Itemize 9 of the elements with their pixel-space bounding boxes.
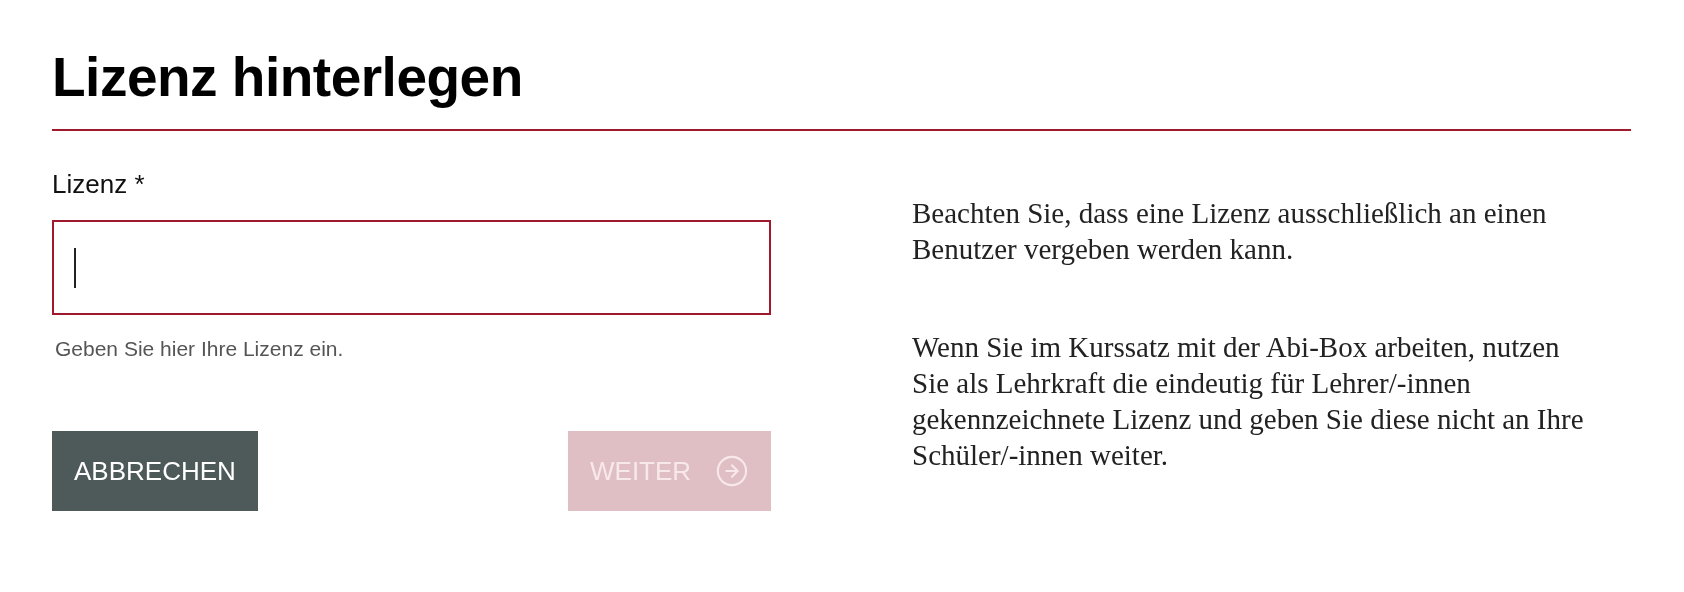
field-hint: Geben Sie hier Ihre Lizenz ein. [55, 337, 345, 361]
text-cursor [74, 247, 76, 288]
page-title: Lizenz hinterlegen [52, 50, 1631, 131]
arrow-right-circle-icon [715, 454, 749, 488]
info-paragraph: Beachten Sie, dass eine Lizenz ausschließlich an einen Benutzer vergeben werden kann. [912, 196, 1548, 267]
field-label: Lizenz * [52, 169, 146, 200]
license-input-field[interactable] [52, 220, 771, 315]
cancel-button[interactable]: ABBRECHEN [52, 431, 258, 511]
info-paragraph: Wenn Sie im Kurssatz mit der Abi-Box arbeiten, nutzen Sie als Lehrkraft die eindeutig für Lehrer/-innen gekennzeichnete Lizenz und geben Sie diese nicht an Ihre Schüler/-innen weiter. [912, 330, 1585, 473]
